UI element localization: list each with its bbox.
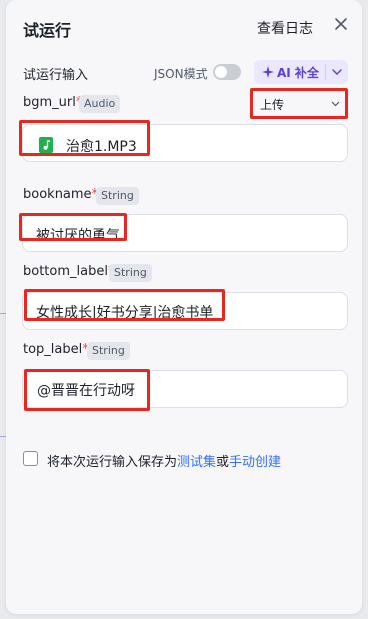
view-log-button[interactable]: 查看日志 bbox=[257, 18, 313, 38]
json-mode-label: JSON模式 bbox=[154, 67, 208, 81]
ai-fill-button[interactable]: AI 补全 bbox=[254, 60, 324, 84]
field-label-top-label: top_label* bbox=[23, 342, 89, 357]
input-value: 女性成长|好书分享|治愈书单 bbox=[36, 305, 214, 321]
input-value: 被讨厌的勇气 bbox=[36, 228, 120, 244]
test-run-panel: 试运行 查看日志 试运行输入 JSON模式 AI 补全 bgm_url* Aud… bbox=[6, 0, 362, 614]
input-value: @晋晋在行动呀 bbox=[37, 383, 135, 399]
test-set-link[interactable]: 测试集 bbox=[177, 455, 216, 470]
chevron-down-icon bbox=[332, 69, 342, 75]
ai-fill-dropdown[interactable] bbox=[326, 60, 348, 84]
bgm-url-file-field[interactable]: 治愈1.MP3 bbox=[22, 124, 348, 162]
sparkle-icon bbox=[262, 66, 274, 78]
audio-file-icon bbox=[39, 137, 53, 153]
upload-mode-select[interactable]: 上传 bbox=[254, 92, 344, 116]
save-input-text: 将本次运行输入保存为测试集或手动创建 bbox=[47, 455, 282, 470]
panel-header: 试运行 查看日志 bbox=[6, 0, 362, 56]
ai-fill-label: AI 补全 bbox=[277, 66, 319, 80]
manual-create-link[interactable]: 手动创建 bbox=[229, 455, 281, 470]
type-badge-string: String bbox=[87, 342, 130, 360]
type-badge-string: String bbox=[96, 187, 139, 205]
type-badge-audio: Audio bbox=[79, 95, 121, 113]
field-label-bottom-label: bottom_label* bbox=[23, 264, 114, 279]
bookname-input[interactable]: 被讨厌的勇气 bbox=[22, 214, 348, 252]
run-input-label: 试运行输入 bbox=[23, 68, 89, 83]
top-label-input[interactable]: @晋晋在行动呀 bbox=[22, 370, 348, 408]
save-input-checkbox[interactable] bbox=[23, 451, 38, 466]
type-badge-string: String bbox=[109, 264, 152, 282]
chevron-down-icon bbox=[331, 101, 340, 107]
upload-mode-value: 上传 bbox=[260, 98, 285, 112]
bottom-label-input[interactable]: 女性成长|好书分享|治愈书单 bbox=[22, 292, 348, 330]
file-name: 治愈1.MP3 bbox=[66, 139, 137, 155]
ai-fill-group: AI 补全 bbox=[254, 60, 348, 84]
panel-title: 试运行 bbox=[23, 21, 72, 40]
field-label-bookname: bookname* bbox=[23, 187, 99, 202]
toggle-knob bbox=[215, 66, 227, 78]
json-mode-toggle[interactable] bbox=[213, 64, 241, 80]
close-icon[interactable] bbox=[332, 15, 350, 33]
field-label-bgm-url: bgm_url* bbox=[23, 95, 82, 110]
